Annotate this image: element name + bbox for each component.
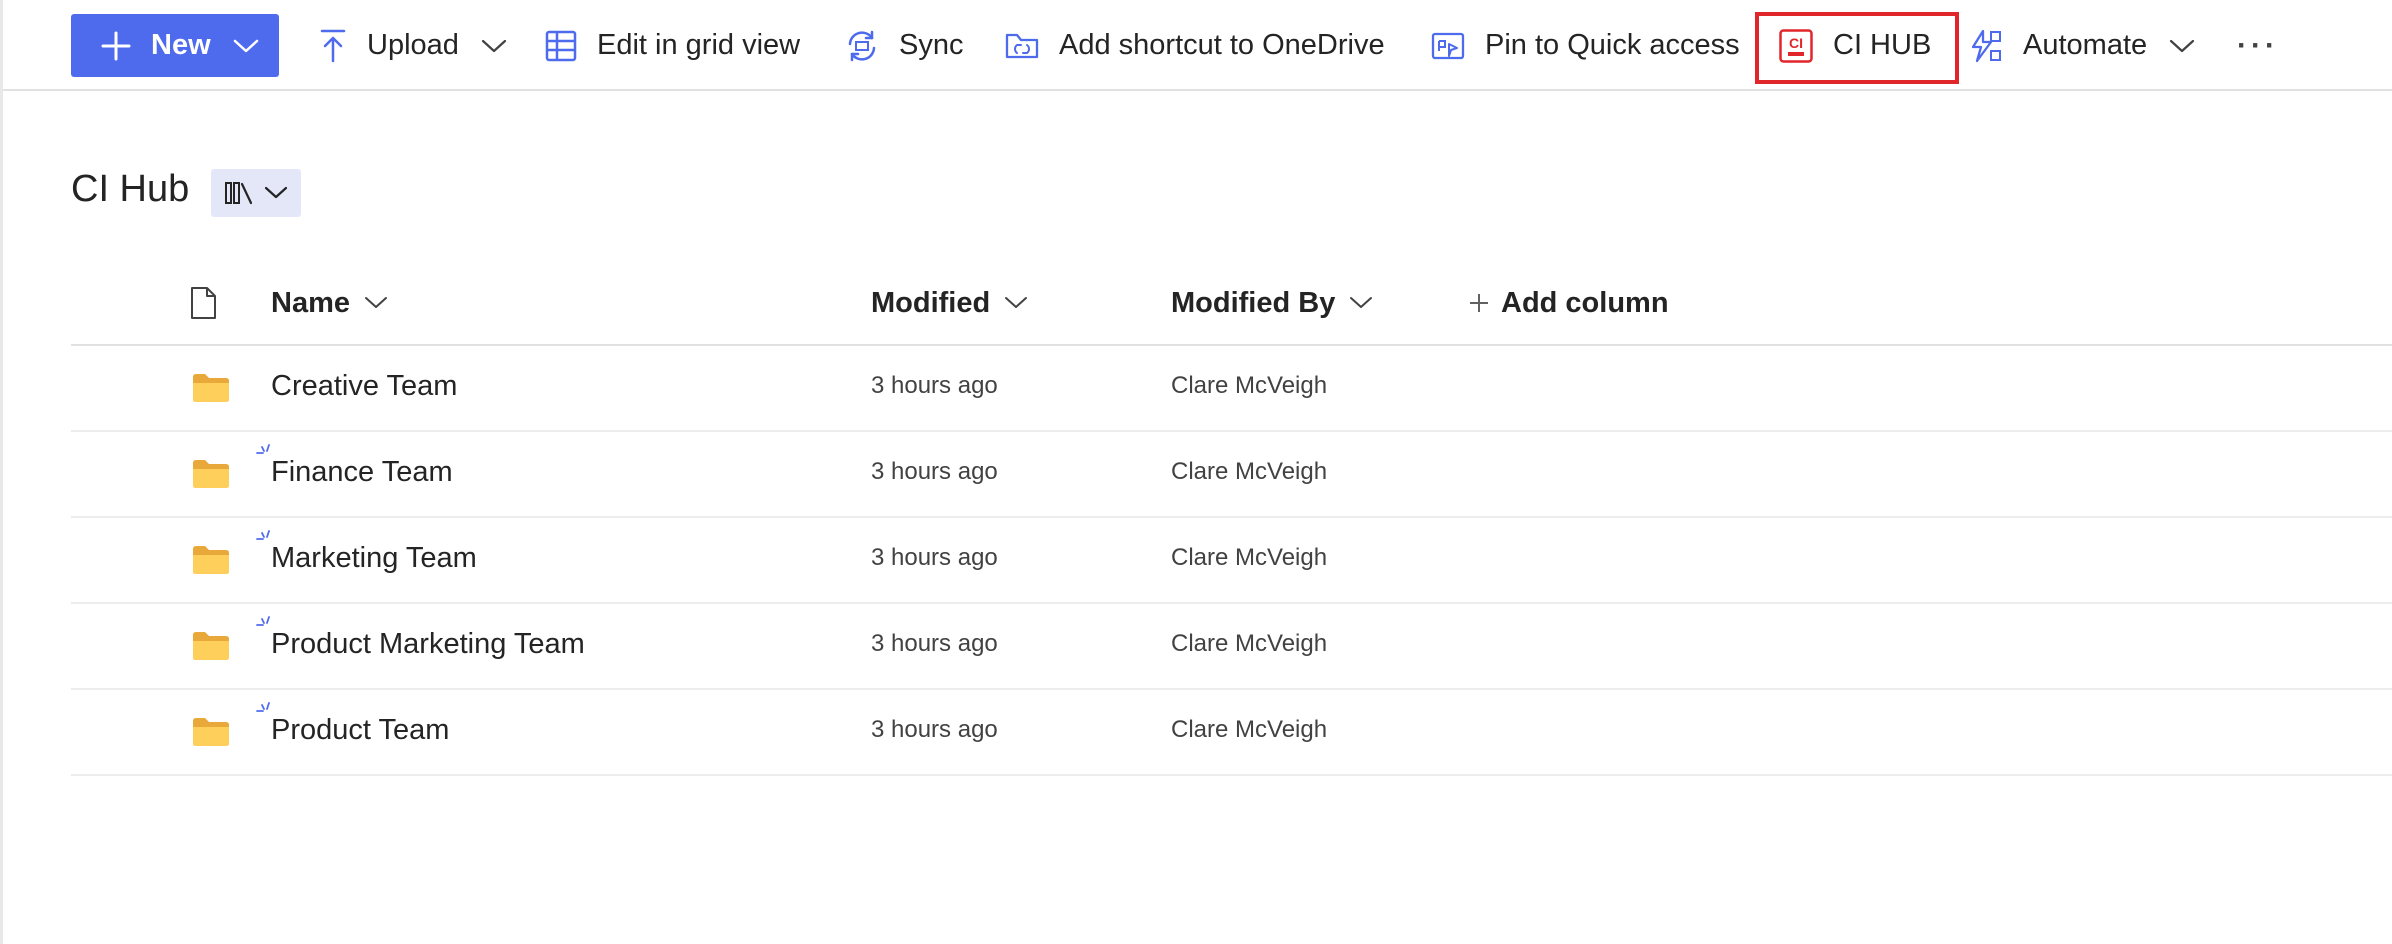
modified-by[interactable]: Clare McVeigh: [1171, 372, 1327, 400]
modified-by-column-label: Modified By: [1171, 286, 1336, 319]
folder-icon: [193, 546, 229, 574]
modified-by[interactable]: Clare McVeigh: [1171, 458, 1327, 486]
add-shortcut-label: Add shortcut to OneDrive: [1059, 29, 1385, 61]
name-column-label: Name: [271, 286, 350, 319]
chevron-down-icon: [1350, 297, 1373, 308]
sync-icon: [848, 30, 876, 61]
modified-by[interactable]: Clare McVeigh: [1171, 630, 1327, 658]
table-row[interactable]: Product Team 3 hours ago Clare McVeigh: [71, 690, 2392, 776]
folder-icon: [193, 460, 229, 488]
grid-view-icon: [545, 30, 577, 61]
library-view-switcher[interactable]: [211, 169, 301, 217]
file-name[interactable]: Product Marketing Team: [271, 628, 585, 661]
command-bar: New Upload Edit in grid view Sync Add sh…: [3, 0, 2392, 91]
add-column-label: Add column: [1501, 286, 1669, 319]
table-row[interactable]: Finance Team 3 hours ago Clare McVeigh: [71, 432, 2392, 518]
name-column-header[interactable]: Name: [271, 278, 388, 328]
file-name[interactable]: Product Team: [271, 714, 449, 747]
chevron-down-icon: [264, 186, 288, 199]
document-library-page: New Upload Edit in grid view Sync Add sh…: [0, 0, 2392, 944]
upload-button[interactable]: Upload: [319, 14, 507, 77]
new-button-label: New: [151, 29, 211, 61]
file-name[interactable]: Creative Team: [271, 370, 457, 403]
modified-time: 3 hours ago: [871, 458, 998, 485]
folder-icon: [193, 632, 229, 660]
more-options-button[interactable]: ···: [2237, 14, 2279, 77]
chevron-down-icon: [481, 39, 507, 52]
automate-label: Automate: [2023, 29, 2148, 61]
plus-icon: [1470, 294, 1488, 312]
sync-button[interactable]: Sync: [845, 14, 963, 77]
chevron-down-icon: [2170, 39, 2195, 52]
table-row[interactable]: Marketing Team 3 hours ago Clare McVeigh: [71, 518, 2392, 604]
new-button[interactable]: New: [71, 14, 279, 77]
automate-icon: [1971, 29, 2001, 62]
edit-grid-label: Edit in grid view: [597, 29, 801, 61]
library-title: CI Hub: [71, 168, 190, 210]
upload-label: Upload: [367, 29, 459, 61]
file-type-column-header[interactable]: [189, 278, 217, 328]
document-icon: [191, 287, 216, 319]
pin-icon: [1431, 32, 1465, 59]
automate-button[interactable]: Automate: [1969, 14, 2195, 77]
modified-by[interactable]: Clare McVeigh: [1171, 716, 1327, 744]
plus-icon: [101, 31, 131, 60]
add-shortcut-to-onedrive-button[interactable]: Add shortcut to OneDrive: [1005, 14, 1385, 77]
modified-column-label: Modified: [871, 286, 991, 319]
pin-to-quick-access-button[interactable]: Pin to Quick access: [1431, 14, 1740, 77]
upload-icon: [320, 29, 346, 62]
file-name[interactable]: Finance Team: [271, 456, 453, 489]
more-icon: ···: [2237, 28, 2279, 62]
modified-by-column-header[interactable]: Modified By: [1171, 278, 1373, 328]
chevron-down-icon: [233, 39, 258, 52]
sync-label: Sync: [899, 29, 964, 61]
modified-time: 3 hours ago: [871, 716, 998, 743]
chevron-down-icon: [1005, 297, 1028, 308]
table-row[interactable]: Creative Team 3 hours ago Clare McVeigh: [71, 346, 2392, 432]
file-name[interactable]: Marketing Team: [271, 542, 477, 575]
folder-icon: [193, 374, 229, 402]
library-icon: [225, 182, 253, 205]
add-column-button[interactable]: Add column: [1469, 278, 1669, 328]
modified-time: 3 hours ago: [871, 372, 998, 399]
modified-by[interactable]: Clare McVeigh: [1171, 544, 1327, 572]
modified-time: 3 hours ago: [871, 630, 998, 657]
edit-in-grid-view-button[interactable]: Edit in grid view: [545, 14, 800, 77]
ci-hub-highlight-box: [1755, 12, 1959, 84]
shortcut-folder-icon: [1005, 33, 1039, 58]
folder-icon: [193, 718, 229, 746]
modified-column-header[interactable]: Modified: [871, 278, 1028, 328]
chevron-down-icon: [365, 297, 387, 308]
modified-time: 3 hours ago: [871, 544, 998, 571]
table-row[interactable]: Product Marketing Team 3 hours ago Clare…: [71, 604, 2392, 690]
pin-quick-access-label: Pin to Quick access: [1485, 29, 1740, 61]
